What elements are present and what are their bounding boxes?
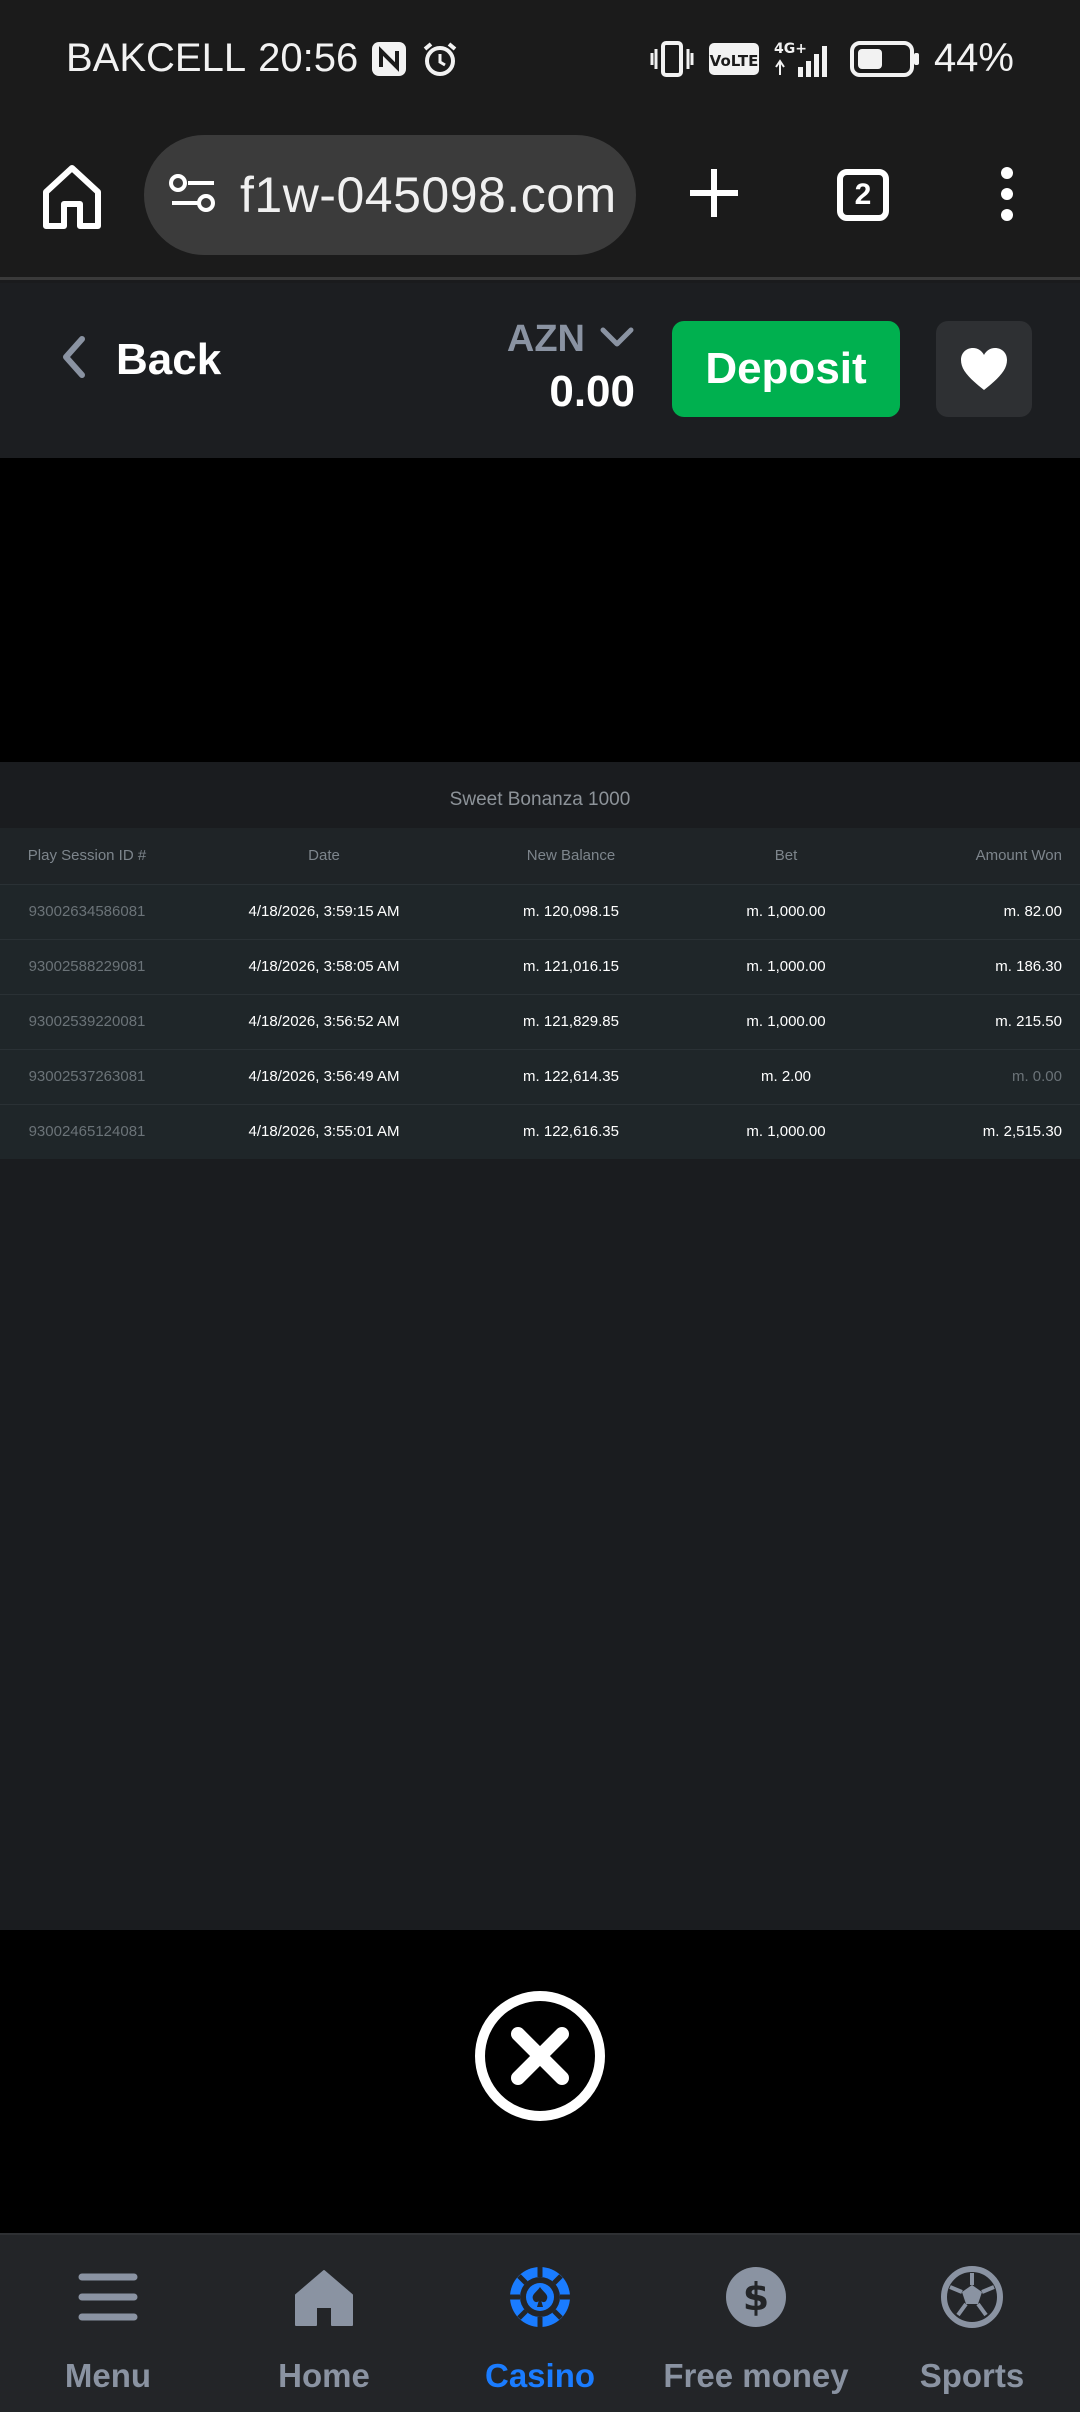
session-id-cell: 93002465124081 (0, 1103, 174, 1159)
column-header: New Balance (474, 828, 668, 884)
deposit-button[interactable]: Deposit (672, 321, 900, 417)
nav-label: Menu (64, 2357, 152, 2394)
menu-icon (78, 2273, 138, 2321)
table-row[interactable]: 93002634586081 4/18/2026, 3:59:15 AM m. … (0, 883, 1080, 939)
bet-cell: m. 1,000.00 (668, 938, 904, 994)
new-tab-icon[interactable] (686, 165, 742, 221)
won-cell: m. 0.00 (904, 1048, 1080, 1104)
nav-item-menu[interactable]: Menu (0, 2235, 216, 2412)
balance-cell: m. 121,829.85 (474, 993, 668, 1049)
date-cell: 4/18/2026, 3:56:49 AM (174, 1048, 474, 1104)
nav-item-sports[interactable]: Sports (864, 2235, 1080, 2412)
table-row[interactable]: 93002465124081 4/18/2026, 3:55:01 AM m. … (0, 1103, 1080, 1159)
table-row[interactable]: 93002539220081 4/18/2026, 3:56:52 AM m. … (0, 993, 1080, 1049)
nav-item-casino[interactable]: Casino (432, 2235, 648, 2412)
column-header: Bet (668, 828, 904, 884)
favorite-button[interactable] (936, 321, 1032, 417)
site-header: Back AZN 0.00 Deposit (0, 283, 1080, 458)
battery-percent: 44% (933, 36, 1014, 80)
nfc-icon (370, 40, 408, 78)
won-cell: m. 2,515.30 (904, 1103, 1080, 1159)
heart-icon (961, 348, 1007, 390)
won-cell: m. 186.30 (904, 938, 1080, 994)
site-settings-icon[interactable] (168, 171, 218, 220)
date-cell: 4/18/2026, 3:58:05 AM (174, 938, 474, 994)
session-id-cell: 93002539220081 (0, 993, 174, 1049)
close-history-button[interactable] (474, 1990, 606, 2122)
back-button[interactable]: Back (60, 333, 221, 386)
balance-amount: 0.00 (549, 367, 635, 416)
browser-toolbar: f1w-045098.com 2 (0, 120, 1080, 280)
chevron-left-icon (60, 333, 88, 386)
bet-cell: m. 2.00 (668, 1048, 904, 1104)
table-row[interactable]: 93002588229081 4/18/2026, 3:58:05 AM m. … (0, 938, 1080, 994)
session-id-cell: 93002537263081 (0, 1048, 174, 1104)
date-cell: 4/18/2026, 3:56:52 AM (174, 993, 474, 1049)
url-bar[interactable]: f1w-045098.com (144, 135, 636, 255)
balance-cell: m. 121,016.15 (474, 938, 668, 994)
svg-text:4G+: 4G+ (774, 41, 807, 57)
vibrate-icon (650, 39, 694, 79)
column-header: Amount Won (904, 828, 1080, 884)
date-cell: 4/18/2026, 3:55:01 AM (174, 1103, 474, 1159)
clock-time: 20:56 (258, 36, 359, 80)
nav-item-free-money[interactable]: $ Free money (648, 2235, 864, 2412)
column-header: Date (174, 828, 474, 884)
bet-cell: m. 1,000.00 (668, 1103, 904, 1159)
status-left: BAKCELL 20:56 (66, 36, 460, 81)
status-right: VoLTE 4G+ 44% (650, 36, 1014, 81)
column-header: Play Session ID # (0, 828, 174, 884)
dollar-coin-icon: $ (726, 2267, 786, 2327)
balance-selector[interactable]: AZN 0.00 (507, 318, 635, 417)
tab-switcher-button[interactable]: 2 (837, 169, 889, 221)
bet-history-table: Play Session ID # Date New Balance Bet A… (0, 828, 1080, 1159)
volte-icon: VoLTE (708, 42, 760, 76)
bet-cell: m. 1,000.00 (668, 883, 904, 939)
signal-icon: 4G+ (774, 39, 836, 79)
casino-chip-icon (510, 2267, 570, 2327)
back-label: Back (116, 334, 222, 384)
alarm-icon (420, 39, 460, 79)
game-frame-top (0, 458, 1080, 762)
url-text: f1w-045098.com (240, 167, 617, 223)
browser-home-icon[interactable] (40, 160, 104, 234)
session-id-cell: 93002588229081 (0, 938, 174, 994)
table-header-row: Play Session ID # Date New Balance Bet A… (0, 828, 1080, 884)
table-row[interactable]: 93002537263081 4/18/2026, 3:56:49 AM m. … (0, 1048, 1080, 1104)
session-id-cell: 93002634586081 (0, 883, 174, 939)
nav-label: Sports (919, 2357, 1025, 2394)
date-cell: 4/18/2026, 3:59:15 AM (174, 883, 474, 939)
nav-label: Home (278, 2357, 370, 2394)
browser-menu-icon[interactable] (998, 165, 1016, 223)
home-icon (295, 2270, 353, 2326)
bottom-nav: Menu Home Casino $ Free money Sports (0, 2233, 1080, 2412)
nav-label: Free money (663, 2357, 849, 2394)
balance-cell: m. 120,098.15 (474, 883, 668, 939)
battery-icon (849, 40, 920, 77)
carrier-name: BAKCELL (66, 36, 247, 80)
chevron-down-icon (599, 325, 635, 354)
won-cell: m. 82.00 (904, 883, 1080, 939)
close-circle-icon (475, 1991, 605, 2121)
currency-code: AZN (506, 318, 585, 360)
bet-cell: m. 1,000.00 (668, 993, 904, 1049)
svg-text:$: $ (743, 2275, 769, 2319)
nav-label: Casino (484, 2357, 596, 2394)
balance-cell: m. 122,616.35 (474, 1103, 668, 1159)
game-title: Sweet Bonanza 1000 (449, 789, 631, 810)
nav-item-home[interactable]: Home (216, 2235, 432, 2412)
won-cell: m. 215.50 (904, 993, 1080, 1049)
bet-history-panel: Sweet Bonanza 1000 Play Session ID # Dat… (0, 762, 1080, 1930)
soccer-ball-icon (941, 2266, 1003, 2328)
balance-cell: m. 122,614.35 (474, 1048, 668, 1104)
svg-text:VoLTE: VoLTE (710, 52, 759, 70)
status-bar: BAKCELL 20:56 VoLTE 4G+ 44% (0, 0, 1080, 120)
game-frame-bottom (0, 1930, 1080, 2233)
